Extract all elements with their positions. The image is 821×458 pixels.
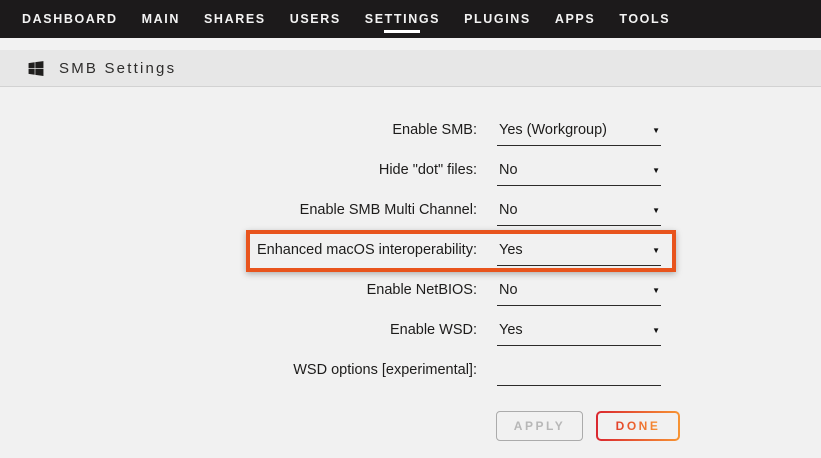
page-title: SMB Settings [59,60,176,77]
done-button[interactable]: DONE [596,411,680,441]
done-button-label: DONE [616,419,661,433]
nav-item-plugins[interactable]: PLUGINS [452,0,543,38]
nav-item-apps[interactable]: APPS [543,0,607,38]
select-value: Yes [499,242,523,258]
enhanced-macos-interoperability-select[interactable]: Yes ▼ [497,241,661,266]
form-buttons: APPLY DONE [496,411,821,441]
top-nav: DASHBOARD MAIN SHARES USERS SETTINGS PLU… [0,0,821,38]
field-label: Enable SMB: [0,111,477,151]
form-row-highlighted: Enhanced macOS interoperability: Yes ▼ [0,231,821,271]
select-value: No [499,282,518,298]
form-row: Enable SMB Multi Channel: No ▼ [0,191,821,231]
nav-item-settings[interactable]: SETTINGS [353,0,452,38]
dropdown-arrow-icon: ▼ [652,287,660,295]
field-label: Enable WSD: [0,311,477,351]
nav-item-main[interactable]: MAIN [130,0,192,38]
apply-button[interactable]: APPLY [496,411,583,441]
dropdown-arrow-icon: ▼ [652,167,660,175]
dropdown-arrow-icon: ▼ [652,127,660,135]
nav-item-users[interactable]: USERS [278,0,353,38]
dropdown-arrow-icon: ▼ [652,247,660,255]
form-row: Enable WSD: Yes ▼ [0,311,821,351]
form-row: Enable SMB: Yes (Workgroup) ▼ [0,111,821,151]
enable-wsd-select[interactable]: Yes ▼ [497,321,661,346]
form-row: Hide "dot" files: No ▼ [0,151,821,191]
field-label: Enhanced macOS interoperability: [0,231,477,271]
enable-netbios-select[interactable]: No ▼ [497,281,661,306]
hide-dot-files-select[interactable]: No ▼ [497,161,661,186]
field-label: Enable SMB Multi Channel: [0,191,477,231]
field-label: Hide "dot" files: [0,151,477,191]
dropdown-arrow-icon: ▼ [652,207,660,215]
apply-button-label: APPLY [514,419,565,433]
field-label: Enable NetBIOS: [0,271,477,311]
nav-item-tools[interactable]: TOOLS [607,0,682,38]
form-row: WSD options [experimental]: [0,351,821,391]
nav-spacer [0,38,821,50]
nav-item-dashboard[interactable]: DASHBOARD [10,0,130,38]
enable-smb-multi-channel-select[interactable]: No ▼ [497,201,661,226]
page-header: SMB Settings [0,50,821,87]
nav-item-shares[interactable]: SHARES [192,0,278,38]
field-label: WSD options [experimental]: [0,351,477,391]
form-row: Enable NetBIOS: No ▼ [0,271,821,311]
select-value: Yes [499,322,523,338]
enable-smb-select[interactable]: Yes (Workgroup) ▼ [497,121,661,146]
select-value: No [499,162,518,178]
select-value: No [499,202,518,218]
windows-logo-icon [28,60,44,77]
wsd-options-input[interactable] [499,361,645,379]
dropdown-arrow-icon: ▼ [652,327,660,335]
select-value: Yes (Workgroup) [499,122,607,138]
smb-settings-form: Enable SMB: Yes (Workgroup) ▼ Hide "dot"… [0,111,821,391]
